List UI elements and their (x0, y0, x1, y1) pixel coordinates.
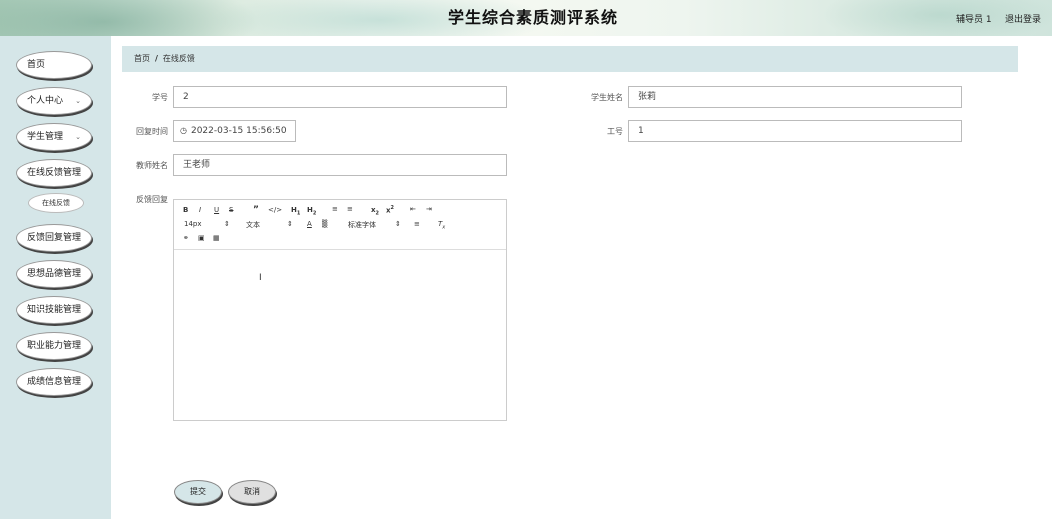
font-color-icon[interactable]: A (307, 220, 312, 228)
clear-format-icon[interactable]: Tx (438, 220, 445, 230)
submit-button[interactable]: 提交 (174, 480, 222, 504)
teacher-name-label: 教师姓名 (136, 161, 168, 170)
outdent-icon[interactable]: ⇤ (410, 205, 416, 213)
breadcrumb: 首页 / 在线反馈 (122, 46, 1018, 72)
clock-icon: ◷ (180, 126, 187, 135)
sidebar-item-label: 成绩信息管理 (27, 377, 82, 387)
reply-time-label: 回复时间 (136, 127, 168, 136)
chevron-updown-icon: ⇕ (287, 220, 293, 228)
sidebar-item[interactable]: 首页 (16, 51, 92, 79)
code-block-icon[interactable]: </> (268, 206, 282, 214)
bullet-list-icon[interactable]: ≡ (347, 205, 353, 213)
sidebar-item[interactable]: 职业能力管理 (16, 332, 92, 360)
top-header: 学生综合素质测评系统 辅导员 1 退出登录 (0, 0, 1052, 36)
sidebar-item[interactable]: 思想品德管理 (16, 260, 92, 288)
heading1-icon[interactable]: H1 (291, 206, 300, 216)
video-icon[interactable]: ▦ (213, 234, 220, 242)
breadcrumb-current: 在线反馈 (162, 54, 195, 63)
reply-time-field[interactable]: ◷ 2022-03-15 15:56:50 (173, 120, 296, 142)
chevron-down-icon: ⌄ (75, 97, 81, 105)
breadcrumb-home[interactable]: 首页 (134, 54, 150, 63)
teacher-name-field[interactable]: 王老师 (173, 154, 507, 176)
italic-icon[interactable]: I (199, 206, 201, 214)
superscript-icon[interactable]: x2 (386, 205, 394, 214)
font-family-select[interactable]: 标准字体 (348, 220, 376, 230)
editor-content[interactable]: I (174, 250, 506, 420)
heading-select[interactable]: 文本 (246, 220, 260, 230)
logout-link[interactable]: 退出登录 (1005, 12, 1041, 25)
app-title: 学生综合素质测评系统 (447, 8, 618, 27)
rich-text-editor: B I U S ” </> H1 H2 ≡ ≡ x2 x2 ⇤ ⇥ 14px ⇕… (173, 199, 507, 421)
link-icon[interactable]: ⚭ (183, 234, 189, 242)
heading2-icon[interactable]: H2 (307, 206, 316, 216)
bold-icon[interactable]: B (183, 206, 188, 214)
student-id-field[interactable]: 2 (173, 86, 507, 108)
chevron-updown-icon: ⇕ (395, 220, 401, 228)
job-no-label: 工号 (607, 127, 623, 136)
sidebar-item[interactable]: 成绩信息管理 (16, 368, 92, 396)
sidebar-item-label: 在线反馈管理 (27, 168, 82, 178)
sidebar-item-label: 个人中心 (27, 96, 64, 106)
sidebar-item[interactable]: 反馈回复管理 (16, 224, 92, 252)
strikethrough-icon[interactable]: S (229, 206, 233, 214)
subscript-icon[interactable]: x2 (371, 206, 379, 216)
blockquote-icon[interactable]: ” (253, 205, 259, 215)
current-user: 辅导员 1 (956, 15, 992, 25)
cancel-button[interactable]: 取消 (228, 480, 276, 504)
align-icon[interactable]: ≡ (414, 220, 420, 228)
sidebar-subitem-online-feedback[interactable]: 在线反馈 (28, 193, 84, 213)
sidebar-item[interactable]: 个人中心 ⌄ (16, 87, 92, 115)
editor-toolbar: B I U S ” </> H1 H2 ≡ ≡ x2 x2 ⇤ ⇥ 14px ⇕… (174, 200, 506, 250)
breadcrumb-separator: / (155, 54, 158, 63)
chevron-down-icon: ⌄ (75, 133, 81, 141)
ordered-list-icon[interactable]: ≡ (332, 205, 338, 213)
sidebar-item-label: 反馈回复管理 (27, 233, 82, 243)
sidebar-item[interactable]: 学生管理 ⌄ (16, 123, 92, 151)
student-name-label: 学生姓名 (591, 93, 623, 102)
sidebar-item[interactable]: 知识技能管理 (16, 296, 92, 324)
sidebar-item-label: 思想品德管理 (27, 269, 82, 279)
sidebar-item[interactable]: 在线反馈管理 (16, 159, 92, 187)
text-cursor-icon: I (259, 273, 262, 283)
reply-time-value: 2022-03-15 15:56:50 (190, 126, 287, 136)
background-color-icon[interactable]: ▒ (322, 220, 327, 228)
student-name-field[interactable]: 张莉 (628, 86, 962, 108)
underline-icon[interactable]: U (214, 206, 219, 214)
image-icon[interactable]: ▣ (198, 234, 205, 242)
sidebar-item-label: 首页 (27, 60, 46, 70)
font-size-select[interactable]: 14px (184, 220, 202, 228)
sidebar-item-label: 职业能力管理 (27, 341, 82, 351)
indent-icon[interactable]: ⇥ (426, 205, 432, 213)
sidebar-item-label: 学生管理 (27, 132, 64, 142)
sidebar-item-label: 知识技能管理 (27, 305, 82, 315)
student-id-label: 学号 (152, 93, 168, 102)
chevron-updown-icon: ⇕ (224, 220, 230, 228)
job-no-field[interactable]: 1 (628, 120, 962, 142)
feedback-reply-label: 反馈回复 (136, 195, 168, 204)
